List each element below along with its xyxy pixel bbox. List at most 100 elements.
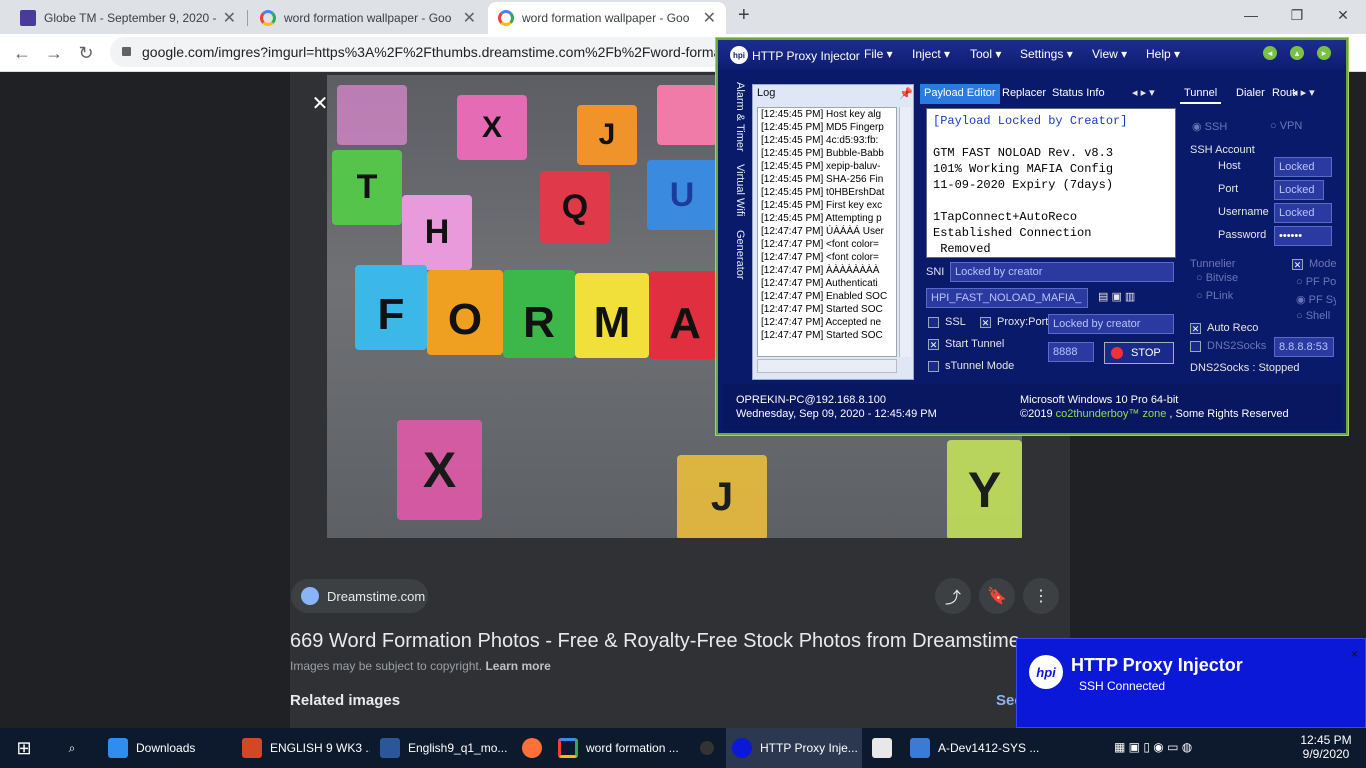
back-icon[interactable]: ← xyxy=(10,42,34,64)
pin-icon[interactable]: 📌 xyxy=(899,87,913,100)
tab-dialer[interactable]: Dialer xyxy=(1232,84,1269,104)
taskbar-word[interactable]: English9_q1_mo... xyxy=(372,728,508,768)
ssl-checkbox[interactable]: SSL xyxy=(928,316,966,328)
sni-field[interactable]: Locked by creator xyxy=(950,262,1174,282)
payload-line xyxy=(933,193,1169,209)
chrome-icon xyxy=(558,738,578,758)
copyright-note: Images may be subject to copyright. Lear… xyxy=(290,659,551,673)
taskbar-firefox[interactable] xyxy=(512,728,552,768)
taskbar-powerpoint[interactable]: ENGLISH 9 WK3 ... xyxy=(234,728,370,768)
tab-tunnel[interactable]: Tunnel xyxy=(1180,84,1222,104)
bitvise-radio[interactable]: ○ Bitvise xyxy=(1196,272,1238,284)
share-icon[interactable]: ⤴ xyxy=(935,578,971,614)
taskbar-zip[interactable] xyxy=(866,728,898,768)
profile-select[interactable]: HPI_FAST_NOLOAD_MAFIA_ xyxy=(926,288,1088,308)
profile-action-icons[interactable]: ▤ ▣ ▥ xyxy=(1098,290,1135,303)
menu-help[interactable]: Help ▾ xyxy=(1146,47,1180,61)
payload-editor[interactable]: [Payload Locked by Creator] GTM FAST NOLO… xyxy=(926,108,1176,258)
log-list[interactable]: [12:45:45 PM] Host key alg [12:45:45 PM] … xyxy=(757,107,897,357)
ssh-radio[interactable]: ◉ SSH xyxy=(1192,120,1227,133)
firefox-icon xyxy=(522,738,542,758)
search-icon[interactable]: ⌕ xyxy=(50,728,94,768)
status-copyright: ©2019 co2thunderboy™ zone , Some Rights … xyxy=(1020,408,1289,420)
menu-settings[interactable]: Settings ▾ xyxy=(1020,47,1073,61)
minimize-arrow-icon[interactable]: ◂ xyxy=(1263,46,1277,60)
close-preview-icon[interactable]: ✕ xyxy=(310,94,330,114)
log-hscrollbar[interactable] xyxy=(757,359,897,373)
start-tunnel-checkbox[interactable]: ✕ Start Tunnel xyxy=(928,338,1004,350)
pf-sy-radio[interactable]: ◉ PF Sy xyxy=(1296,293,1336,306)
stop-button[interactable]: STOP xyxy=(1104,342,1174,364)
menu-view[interactable]: View ▾ xyxy=(1092,47,1127,61)
menu-inject[interactable]: Inject ▾ xyxy=(912,47,950,61)
mode-checkbox[interactable]: ✕ Mode xyxy=(1292,258,1337,270)
toast-close-icon[interactable]: × xyxy=(1351,647,1358,661)
close-icon[interactable]: ✕ xyxy=(703,8,716,28)
forward-icon[interactable]: → xyxy=(42,42,66,64)
tab-scroll-icons[interactable]: ◂ ▸ ▾ xyxy=(1132,86,1155,99)
bookmark-icon[interactable]: 🔖 xyxy=(979,578,1015,614)
proxy-field[interactable]: Locked by creator xyxy=(1048,314,1174,334)
taskbar-app[interactable] xyxy=(692,728,722,768)
new-tab-button[interactable]: + xyxy=(738,4,750,27)
menu-tool[interactable]: Tool ▾ xyxy=(970,47,1001,61)
taskbar-chrome[interactable]: word formation ... xyxy=(552,728,688,768)
address-bar[interactable]: google.com/imgres?imgurl=https%3A%2F%2Ft… xyxy=(110,37,730,67)
toast-notification[interactable]: hpi HTTP Proxy Injector SSH Connected × xyxy=(1016,638,1366,728)
restore-icon[interactable]: ❐ xyxy=(1274,0,1320,30)
clock[interactable]: 12:45 PM 9/9/2020 xyxy=(1300,733,1352,761)
tab-payload-editor[interactable]: Payload Editor xyxy=(920,84,1000,104)
tab-word-formation-active[interactable]: word formation wallpaper - Goo ✕ xyxy=(488,2,726,34)
taskbar-hpi[interactable]: HTTP Proxy Inje... xyxy=(726,728,862,768)
vpn-radio[interactable]: ○ VPN xyxy=(1270,120,1302,132)
result-title[interactable]: 669 Word Formation Photos - Free & Royal… xyxy=(290,630,1020,653)
host-field[interactable]: Locked xyxy=(1274,157,1332,177)
tab-status-info[interactable]: Status Info xyxy=(1048,84,1109,104)
log-entry: [12:45:45 PM] xepip-baluv- xyxy=(761,161,881,172)
google-icon xyxy=(260,10,276,26)
taskbar-adev[interactable]: A-Dev1412-SYS ... xyxy=(904,728,1040,768)
learn-more-link[interactable]: Learn more xyxy=(485,659,550,673)
up-arrow-icon[interactable]: ▴ xyxy=(1290,46,1304,60)
port-field[interactable]: 8888 xyxy=(1048,342,1094,362)
right-tab-scroll-icons[interactable]: ◂ ▸ ▾ xyxy=(1292,86,1315,99)
tab-word-formation[interactable]: word formation wallpaper - Goo ✕ xyxy=(250,2,486,34)
log-entry: [12:45:45 PM] First key exc xyxy=(761,200,883,211)
tray-icons[interactable]: ▦ ▣ ▯ ◉ ▭ ◍ xyxy=(1114,740,1192,754)
ssh-port-field[interactable]: Locked xyxy=(1274,180,1324,200)
payload-line: [Payload Locked by Creator] xyxy=(933,114,1128,128)
log-entry: [12:47:47 PM] Accepted ne xyxy=(761,317,882,328)
more-icon[interactable]: ⋮ xyxy=(1023,578,1059,614)
username-field[interactable]: Locked xyxy=(1274,203,1332,223)
hpi-window: hpi HTTP Proxy Injector File ▾ Inject ▾ … xyxy=(716,38,1348,435)
dns2socks-checkbox[interactable]: DNS2Socks xyxy=(1190,340,1266,352)
close-icon[interactable]: ✕ xyxy=(223,8,236,28)
tab-globe[interactable]: Globe TM - September 9, 2020 - ✕ xyxy=(10,2,246,34)
minimize-icon[interactable]: — xyxy=(1228,0,1274,30)
side-tab-generator[interactable]: Generator xyxy=(724,230,746,290)
source-chip[interactable]: Dreamstime.com xyxy=(291,579,428,613)
reload-icon[interactable]: ↻ xyxy=(74,42,98,64)
side-tab-alarm[interactable]: Alarm & Timer xyxy=(724,82,746,152)
menu-file[interactable]: File ▾ xyxy=(864,47,893,61)
right-arrow-icon[interactable]: ▸ xyxy=(1317,46,1331,60)
plink-radio[interactable]: ○ PLink xyxy=(1196,290,1233,302)
proxy-port-checkbox[interactable]: ✕ Proxy:Port xyxy=(980,316,1048,328)
dns-field[interactable]: 8.8.8.8:53 xyxy=(1274,337,1334,357)
taskbar-downloads[interactable]: Downloads xyxy=(100,728,226,768)
shell-radio[interactable]: ○ Shell xyxy=(1296,310,1336,322)
payload-line: 101% Working MAFIA Config xyxy=(933,162,1114,176)
start-button[interactable]: ⊞ xyxy=(0,728,48,768)
log-vscrollbar[interactable] xyxy=(899,107,911,357)
stunnel-mode-checkbox[interactable]: sTunnel Mode xyxy=(928,360,1014,372)
tab-replacer[interactable]: Replacer xyxy=(998,84,1050,104)
pf-po-radio[interactable]: ○ PF Po xyxy=(1296,276,1336,288)
sni-label: SNI xyxy=(926,266,945,278)
side-tab-wifi[interactable]: Virtual Wifi xyxy=(724,164,746,224)
password-field[interactable]: •••••• xyxy=(1274,226,1332,246)
auto-reco-checkbox[interactable]: ✕ Auto Reco xyxy=(1190,322,1258,334)
close-window-icon[interactable]: ✕ xyxy=(1320,0,1366,30)
close-icon[interactable]: ✕ xyxy=(463,8,476,28)
url-text: google.com/imgres?imgurl=https%3A%2F%2Ft… xyxy=(142,44,722,60)
tab-title: Globe TM - September 9, 2020 - xyxy=(44,11,217,25)
